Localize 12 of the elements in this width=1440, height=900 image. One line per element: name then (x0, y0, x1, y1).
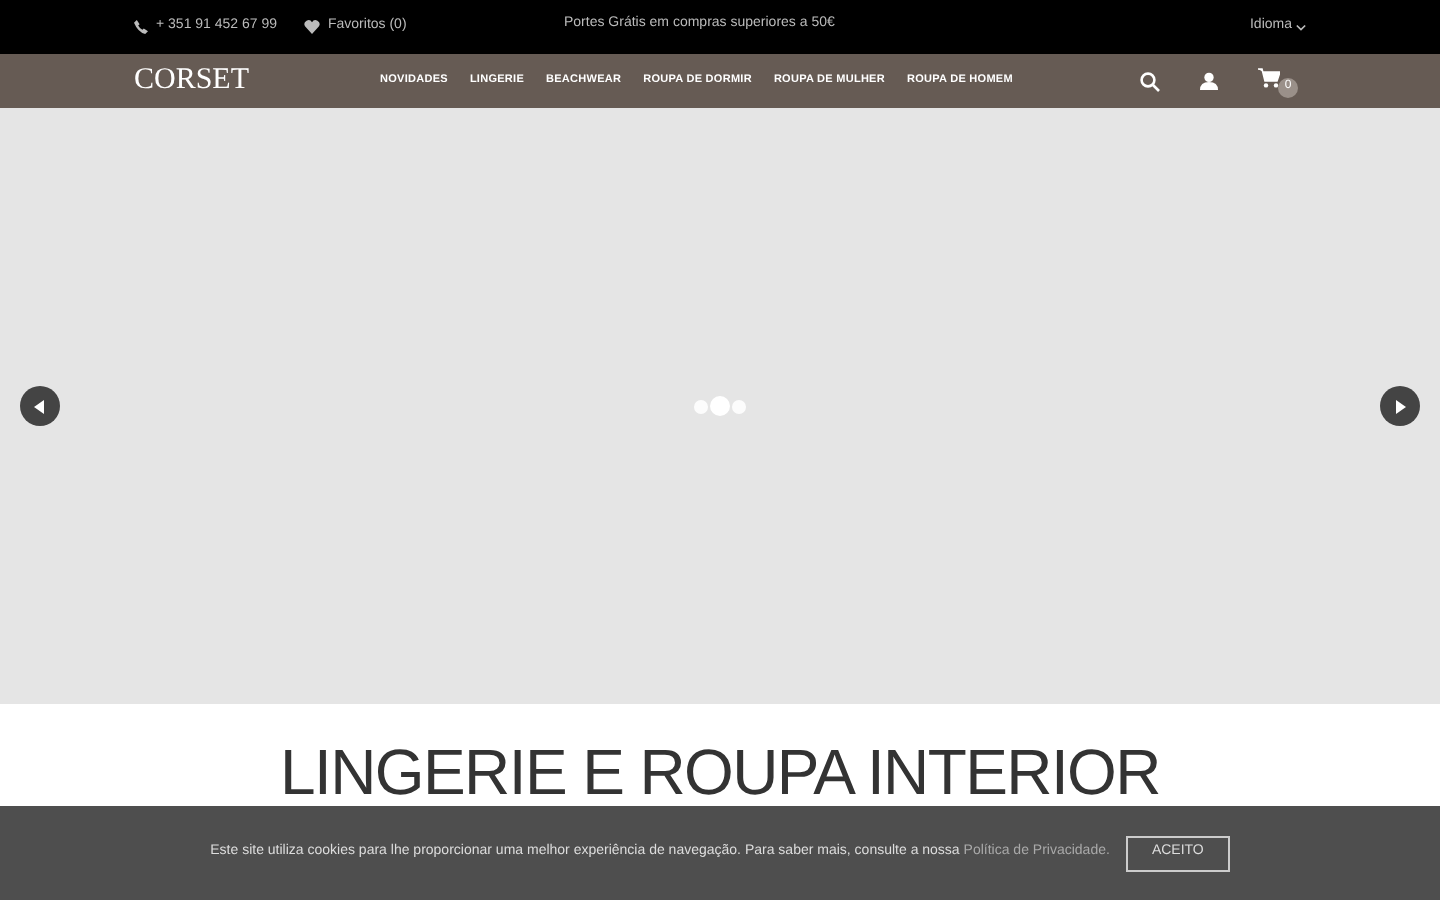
section-heading: LINGERIE E ROUPA INTERIOR (280, 740, 1160, 804)
search-icon[interactable] (1140, 71, 1160, 91)
next-button[interactable] (1380, 386, 1420, 426)
right-arrow-icon (1394, 399, 1406, 413)
logo[interactable]: CORSET (134, 58, 380, 104)
user-icon[interactable] (1200, 72, 1218, 90)
heart-icon (304, 20, 320, 34)
previous-button[interactable] (20, 386, 60, 426)
left-arrow-icon (34, 399, 46, 413)
chevron-icon (1296, 23, 1306, 31)
cart-icon[interactable] (1258, 67, 1280, 87)
phone-icon (134, 20, 148, 34)
